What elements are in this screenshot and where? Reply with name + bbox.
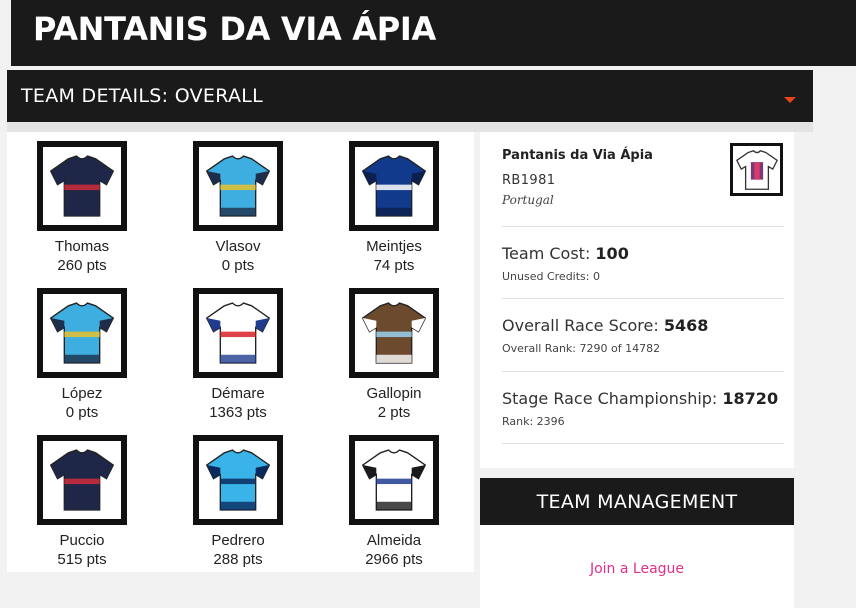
rider-points: 74 pts <box>373 257 415 274</box>
jersey-icon <box>205 155 271 217</box>
rider-jersey[interactable] <box>349 435 439 525</box>
jersey-icon <box>205 449 271 511</box>
stage-rank: Rank: 2396 <box>502 415 565 428</box>
rider-points: 0 pts <box>221 257 255 274</box>
team-details-label: TEAM DETAILS: OVERALL <box>21 85 264 107</box>
rider-name: Vlasov <box>215 238 261 255</box>
rider-jersey[interactable] <box>349 141 439 231</box>
stage-championship-stat: Stage Race Championship: 18720 Rank: 239… <box>502 371 784 444</box>
rider-card[interactable]: Pedrero 288 pts <box>163 435 313 569</box>
rider-points: 2966 pts <box>365 551 423 568</box>
rider-name: Puccio <box>59 532 105 549</box>
unused-credits: Unused Credits: 0 <box>502 270 600 283</box>
rider-points: 2 pts <box>377 404 411 421</box>
title-bar: PANTANIS DA VIA ÁPIA <box>11 0 856 66</box>
jersey-icon <box>361 449 427 511</box>
rider-name: Almeida <box>366 532 422 549</box>
rider-name: Démare <box>211 385 265 402</box>
stage-championship-label: Stage Race Championship: <box>502 389 723 408</box>
team-country: Portugal <box>502 193 554 207</box>
rider-jersey[interactable] <box>349 288 439 378</box>
overall-score-label: Overall Race Score: <box>502 316 664 335</box>
caret-down-icon[interactable] <box>784 97 796 103</box>
rider-name: López <box>61 385 103 402</box>
rider-card[interactable]: Démare 1363 pts <box>163 288 313 422</box>
team-owner: RB1981 <box>502 173 556 188</box>
rider-name: Gallopin <box>366 385 422 402</box>
rider-card[interactable]: Vlasov 0 pts <box>163 141 313 275</box>
rider-jersey[interactable] <box>37 435 127 525</box>
overall-rank: Overall Rank: 7290 of 14782 <box>502 342 661 355</box>
team-management-title: TEAM MANAGEMENT <box>536 491 738 513</box>
rider-card[interactable]: Almeida 2966 pts <box>319 435 469 569</box>
rider-jersey[interactable] <box>37 141 127 231</box>
jersey-icon <box>49 155 115 217</box>
overall-score-stat: Overall Race Score: 5468 Overall Rank: 7… <box>502 298 784 371</box>
team-cost-label: Team Cost: <box>502 244 596 263</box>
rider-points: 288 pts <box>213 551 263 568</box>
rider-jersey[interactable] <box>193 435 283 525</box>
overall-score-value: 5468 <box>663 316 709 335</box>
stage-championship-value: 18720 <box>722 389 779 408</box>
jersey-icon <box>361 302 427 364</box>
jersey-icon <box>49 449 115 511</box>
rider-jersey[interactable] <box>37 288 127 378</box>
rider-points: 1363 pts <box>209 404 267 421</box>
rider-card[interactable]: Thomas 260 pts <box>7 141 157 275</box>
team-cost-value: 100 <box>595 244 629 263</box>
rider-points: 0 pts <box>65 404 99 421</box>
team-details-bar[interactable]: TEAM DETAILS: OVERALL <box>7 70 813 122</box>
rider-jersey[interactable] <box>193 288 283 378</box>
rider-points: 260 pts <box>57 257 107 274</box>
team-info-panel: Pantanis da Via Ápia RB1981 Portugal Tea… <box>480 132 794 468</box>
rider-grid: Thomas 260 pts Vlasov 0 pts Meintjes 74 pts Ló… <box>7 132 474 572</box>
rider-name: Meintjes <box>366 238 422 255</box>
team-management-panel: Join a League <box>480 525 794 608</box>
rider-card[interactable]: Puccio 515 pts <box>7 435 157 569</box>
jersey-icon <box>49 302 115 364</box>
team-title: PANTANIS DA VIA ÁPIA <box>33 10 436 48</box>
team-cost-stat: Team Cost: 100 Unused Credits: 0 <box>502 226 784 299</box>
rider-points: 515 pts <box>57 551 107 568</box>
rider-card[interactable]: Gallopin 2 pts <box>319 288 469 422</box>
rider-name: Thomas <box>54 238 110 255</box>
rider-name: Pedrero <box>211 532 265 549</box>
rider-card[interactable]: López 0 pts <box>7 288 157 422</box>
join-league-link[interactable]: Join a League <box>480 561 794 577</box>
jersey-icon <box>361 155 427 217</box>
divider <box>7 122 813 132</box>
rider-card[interactable]: Meintjes 74 pts <box>319 141 469 275</box>
jersey-icon <box>205 302 271 364</box>
team-name: Pantanis da Via Ápia <box>502 148 653 163</box>
team-jersey-thumbnail <box>730 143 783 196</box>
team-management-header: TEAM MANAGEMENT <box>480 478 794 525</box>
jersey-icon <box>735 149 778 190</box>
rider-jersey[interactable] <box>193 141 283 231</box>
